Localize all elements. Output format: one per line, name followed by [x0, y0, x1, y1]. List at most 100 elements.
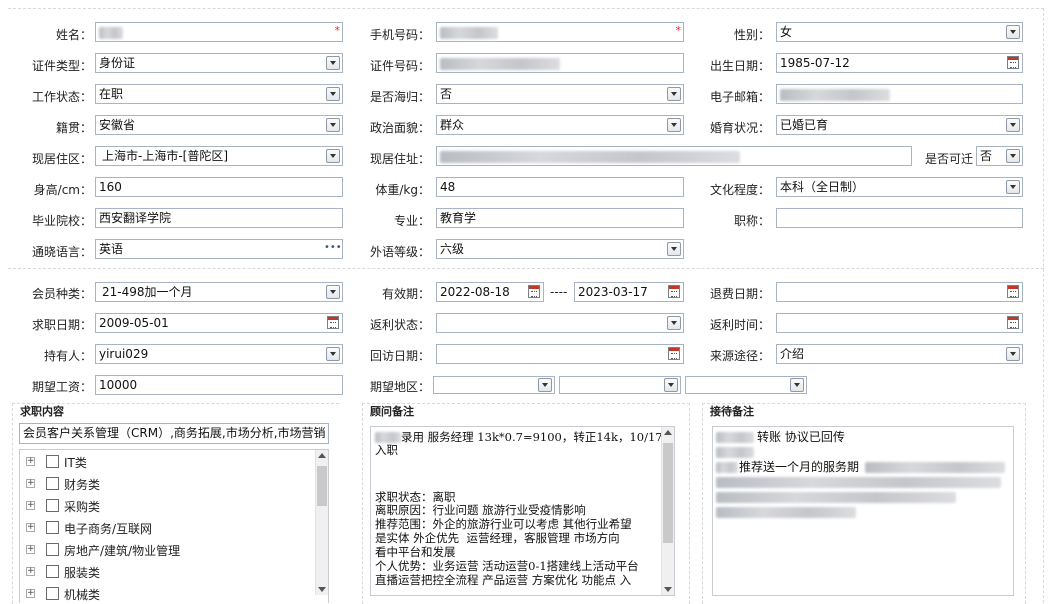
tree-item-clothing[interactable]: + 服装类 [20, 562, 310, 582]
refund-date-input[interactable] [776, 282, 1023, 302]
email-input[interactable] [776, 84, 1023, 104]
tree-item-finance[interactable]: + 财务类 [20, 474, 310, 494]
expand-icon[interactable]: + [26, 567, 35, 576]
chevron-down-icon[interactable] [667, 118, 681, 132]
chevron-down-icon[interactable] [790, 378, 804, 392]
rebate-status-select[interactable] [436, 313, 684, 333]
weight-input[interactable]: 48 [436, 177, 684, 197]
major-input[interactable]: 教育学 [436, 208, 684, 228]
marital-select[interactable]: 已婚已育 [776, 115, 1023, 135]
source-select[interactable]: 介绍 [776, 344, 1023, 364]
tree-item-it[interactable]: + IT类 [20, 452, 310, 472]
tree-scrollbar[interactable] [315, 450, 328, 595]
reception-note-textarea[interactable]: 转账 协议已回传 推荐送一个月的服务期 [712, 426, 1014, 596]
chevron-down-icon[interactable] [1006, 118, 1020, 132]
consultant-note-title: 顾问备注 [370, 405, 414, 418]
job-date-input[interactable]: 2009-05-01 [95, 313, 343, 333]
id-no-input[interactable] [436, 53, 684, 73]
calendar-icon[interactable] [1007, 56, 1019, 69]
education-select[interactable]: 本科（全日制） [776, 177, 1023, 197]
calendar-icon[interactable] [668, 347, 680, 360]
height-input[interactable]: 160 [95, 177, 343, 197]
tree-item-ecommerce[interactable]: + 电子商务/互联网 [20, 518, 310, 538]
expand-icon[interactable]: + [26, 501, 35, 510]
political-select[interactable]: 群众 [436, 115, 684, 135]
holder-select[interactable]: yirui029 [95, 344, 343, 364]
language-input[interactable]: 英语 [95, 239, 343, 259]
tree-item-purchase[interactable]: + 采购类 [20, 496, 310, 516]
note-scrollbar[interactable] [661, 427, 674, 595]
lang-level-select[interactable]: 六级 [436, 239, 684, 259]
overseas-select[interactable]: 否 [436, 84, 684, 104]
chevron-down-icon[interactable] [667, 87, 681, 101]
tree-item-machinery[interactable]: + 机械类 [20, 584, 310, 604]
job-category-tree[interactable]: + IT类 + 财务类 + 采购类 + 电子商务/互联网 + 房地产/建筑/物业… [19, 449, 329, 603]
birth-date-input[interactable]: 1985-07-12 [776, 53, 1023, 73]
chevron-down-icon[interactable] [667, 316, 681, 330]
chevron-down-icon[interactable] [667, 242, 681, 256]
chevron-down-icon[interactable] [538, 378, 552, 392]
scroll-down-icon[interactable] [664, 587, 672, 592]
checkbox[interactable] [46, 455, 59, 468]
chevron-down-icon[interactable] [326, 56, 340, 70]
member-type-select[interactable]: 21-498加一个月 [95, 282, 343, 302]
gender-select[interactable]: 女 [776, 22, 1023, 42]
expand-icon[interactable]: + [26, 545, 35, 554]
chevron-down-icon[interactable] [664, 378, 678, 392]
chevron-down-icon[interactable] [1006, 180, 1020, 194]
valid-from-input[interactable]: 2022-08-18 [436, 282, 544, 302]
calendar-icon[interactable] [327, 316, 339, 329]
address-input[interactable] [436, 146, 912, 166]
tree-item-realestate[interactable]: + 房地产/建筑/物业管理 [20, 540, 310, 560]
redacted-text [716, 477, 1001, 488]
chevron-down-icon[interactable] [326, 285, 340, 299]
checkbox[interactable] [46, 499, 59, 512]
checkbox[interactable] [46, 587, 59, 600]
chevron-down-icon[interactable] [1006, 149, 1020, 163]
more-icon[interactable] [324, 240, 342, 257]
consultant-note-textarea[interactable]: 录用 服务经理 13k*0.7=9100，转正14k，10/17 入职 求职状态… [370, 426, 675, 596]
work-status-select[interactable]: 在职 [95, 84, 343, 104]
expand-icon[interactable]: + [26, 479, 35, 488]
residence-select[interactable]: 上海市-上海市-[普陀区] [95, 146, 343, 166]
checkbox[interactable] [46, 521, 59, 534]
checkbox[interactable] [46, 477, 59, 490]
region-district-select[interactable] [685, 376, 807, 394]
calendar-icon[interactable] [1007, 285, 1019, 298]
title-input[interactable] [776, 208, 1023, 228]
region-city-select[interactable] [559, 376, 681, 394]
id-type-select[interactable]: 身份证 [95, 53, 343, 73]
scroll-down-icon[interactable] [318, 587, 326, 592]
name-input[interactable]: * [95, 22, 343, 42]
source-value: 介绍 [780, 347, 805, 361]
rebate-time-input[interactable] [776, 313, 1023, 333]
chevron-down-icon[interactable] [326, 87, 340, 101]
calendar-icon[interactable] [528, 285, 540, 298]
native-label: 籍贯： [55, 121, 92, 135]
chevron-down-icon[interactable] [326, 149, 340, 163]
valid-to-input[interactable]: 2023-03-17 [574, 282, 684, 302]
chevron-down-icon[interactable] [326, 347, 340, 361]
scrollbar-thumb[interactable] [317, 466, 327, 506]
checkbox[interactable] [46, 543, 59, 556]
scroll-up-icon[interactable] [318, 453, 326, 458]
checkbox[interactable] [46, 565, 59, 578]
calendar-icon[interactable] [668, 285, 680, 298]
school-input[interactable]: 西安翻译学院 [95, 208, 343, 228]
chevron-down-icon[interactable] [1006, 347, 1020, 361]
scroll-up-icon[interactable] [664, 430, 672, 435]
calendar-icon[interactable] [1007, 316, 1019, 329]
chevron-down-icon[interactable] [326, 118, 340, 132]
salary-input[interactable]: 10000 [95, 375, 343, 395]
phone-input[interactable]: * [436, 22, 684, 42]
expand-icon[interactable]: + [26, 457, 35, 466]
region-province-select[interactable] [433, 376, 555, 394]
job-content-summary[interactable]: 会员客户关系管理（CRM）,商务拓展,市场分析,市场营销 [19, 423, 329, 444]
movable-select[interactable]: 否 [976, 146, 1023, 166]
expand-icon[interactable]: + [26, 523, 35, 532]
expand-icon[interactable]: + [26, 589, 35, 598]
scrollbar-thumb[interactable] [663, 443, 673, 543]
native-select[interactable]: 安徽省 [95, 115, 343, 135]
chevron-down-icon[interactable] [1006, 25, 1020, 39]
visit-date-input[interactable] [436, 344, 684, 364]
